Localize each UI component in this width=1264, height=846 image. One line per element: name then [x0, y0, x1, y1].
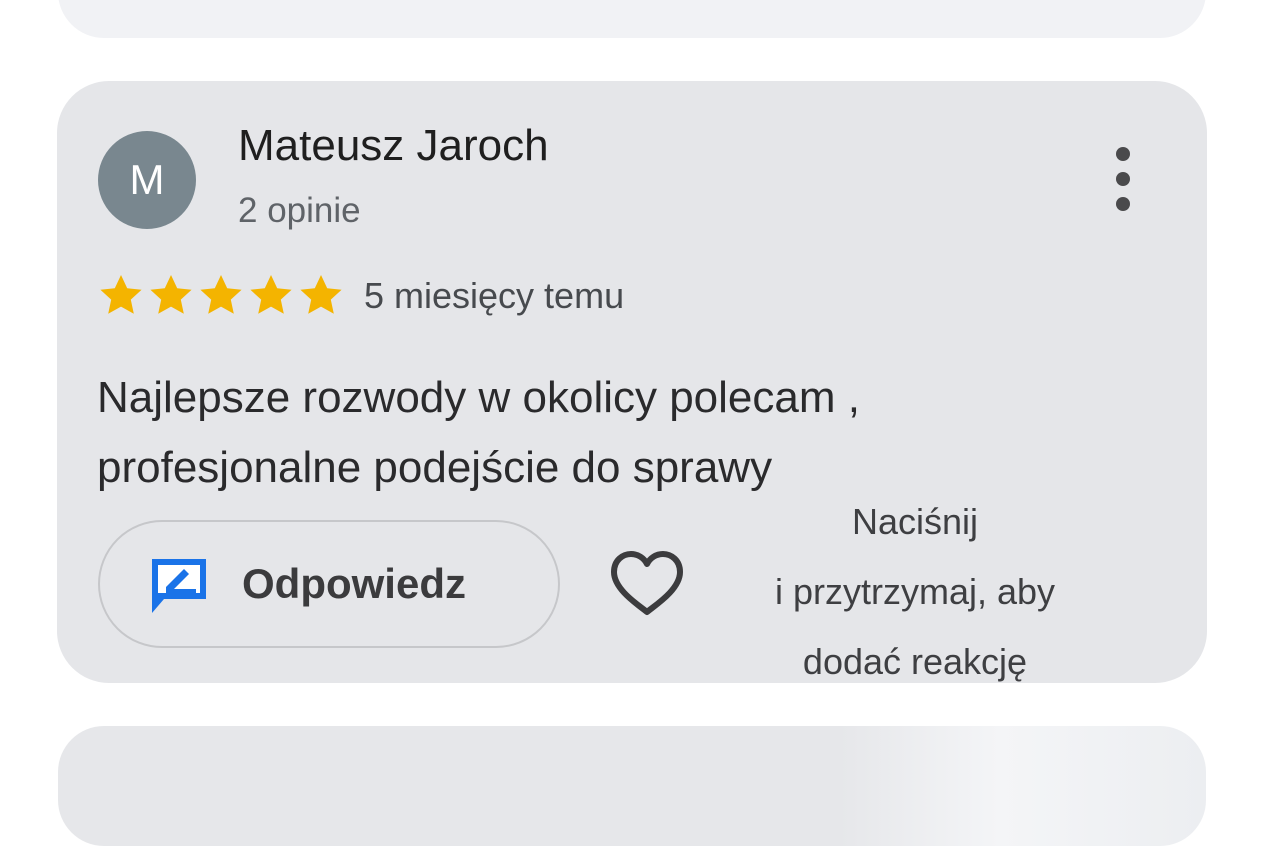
reaction-hint: Naciśnij i przytrzymaj, aby dodać reakcj… [735, 487, 1095, 697]
avatar-letter: M [129, 156, 165, 203]
review-text-line: Najlepsze rozwody w okolicy polecam , [97, 373, 860, 422]
star-icon [197, 273, 245, 317]
star-icon [147, 273, 195, 317]
star-icon [247, 273, 295, 317]
next-review-card [58, 726, 1206, 846]
reaction-hint-line: Naciśnij [851, 501, 979, 542]
reply-comment-icon [148, 555, 210, 620]
more-vert-icon[interactable] [1103, 147, 1143, 211]
review-card: M Mateusz Jaroch 2 opinie 5 miesięcy tem… [57, 81, 1207, 683]
author-review-count: 2 opinie [238, 191, 361, 230]
avatar[interactable]: M [98, 131, 196, 229]
reply-button[interactable]: Odpowiedz [98, 520, 560, 648]
review-time: 5 miesięcy temu [364, 275, 625, 316]
star-icon [297, 273, 345, 317]
reaction-hint-line: i przytrzymaj, aby [774, 571, 1056, 612]
menu-dot [1116, 172, 1130, 186]
reply-button-label: Odpowiedz [242, 560, 466, 607]
reaction-hint-line: dodać reakcję [802, 641, 1028, 682]
previous-review-card [58, 0, 1206, 38]
menu-dot [1116, 197, 1130, 211]
review-text: Najlepsze rozwody w okolicy polecam , pr… [97, 363, 997, 503]
author-name[interactable]: Mateusz Jaroch [238, 121, 549, 171]
heart-icon[interactable] [610, 550, 684, 623]
star-icon [97, 273, 145, 317]
menu-dot [1116, 147, 1130, 161]
star-rating [97, 273, 345, 317]
